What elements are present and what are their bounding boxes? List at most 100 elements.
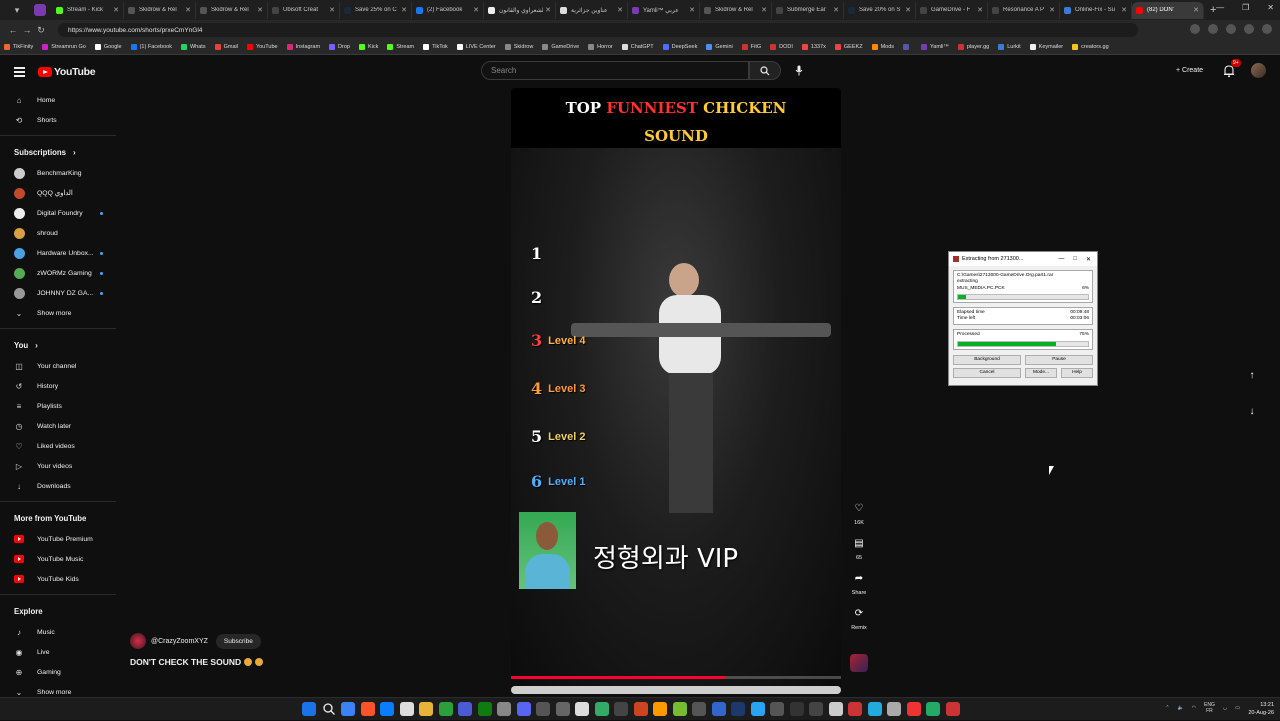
chevron-up-icon[interactable]: ⌃: [1165, 705, 1169, 711]
browser-tab[interactable]: Save 25% on C ✕: [340, 1, 412, 19]
search-button[interactable]: [749, 61, 781, 80]
tab-close-icon[interactable]: ✕: [977, 6, 983, 14]
bookmark-item[interactable]: [903, 44, 912, 50]
clock[interactable]: 13:21 20-Aug-26: [1248, 701, 1274, 717]
bookmark-item[interactable]: Instagram: [286, 44, 320, 50]
extension-icon[interactable]: [1190, 24, 1200, 34]
browser-tab[interactable]: Yamli™ عربي ✕: [628, 1, 700, 19]
taskbar-app-icon[interactable]: [887, 702, 901, 716]
sidebar-item-history[interactable]: ↺ History: [0, 376, 118, 396]
bookmark-item[interactable]: ChatGPT: [621, 44, 654, 50]
sidebar-item-shroud[interactable]: shroud: [0, 223, 118, 243]
account-avatar[interactable]: [1251, 63, 1266, 78]
comment-button[interactable]: ▤ 65: [846, 535, 872, 562]
bookmark-item[interactable]: creators.gg: [1072, 44, 1109, 50]
browser-tab[interactable]: (82) DON' ✕: [1132, 1, 1204, 19]
bookmark-item[interactable]: Drop: [329, 44, 350, 50]
bookmark-item[interactable]: YouTube: [246, 44, 278, 50]
bookmark-item[interactable]: Gmail: [214, 44, 238, 50]
taskbar-app-icon[interactable]: [906, 702, 921, 716]
workspace-icon[interactable]: [34, 4, 46, 16]
bookmark-item[interactable]: Whats: [180, 44, 206, 50]
taskbar-app-icon[interactable]: [477, 702, 492, 716]
bookmark-item[interactable]: TikFinity: [4, 44, 33, 50]
bookmark-item[interactable]: DODI: [770, 44, 793, 50]
bookmark-item[interactable]: Horror: [588, 44, 613, 50]
volume-icon[interactable]: 🔈: [1177, 705, 1183, 711]
tab-close-icon[interactable]: ✕: [761, 6, 767, 14]
taskbar-app-icon[interactable]: [867, 702, 882, 716]
taskbar-app-icon[interactable]: [789, 702, 804, 716]
tab-close-icon[interactable]: ✕: [185, 6, 191, 14]
help-button[interactable]: Help: [1061, 367, 1093, 378]
taskbar-search-icon[interactable]: [322, 702, 336, 716]
bookmark-item[interactable]: Lurkit: [998, 44, 1021, 50]
tab-close-icon[interactable]: ✕: [257, 6, 263, 14]
taskbar-app-icon[interactable]: [633, 702, 648, 716]
bookmark-item[interactable]: Mods: [871, 44, 894, 50]
browser-tab[interactable]: Skidrow & Rel ✕: [700, 1, 772, 19]
subscribe-button[interactable]: Subscribe: [215, 633, 261, 649]
browser-tab[interactable]: (2) Facebook ✕: [412, 1, 484, 19]
sidebar-item-playlists[interactable]: ≡ Playlists: [0, 396, 118, 416]
sidebar-item-zwormz-gaming[interactable]: zWORMz Gaming: [0, 263, 118, 283]
wifi-icon[interactable]: ◡: [1223, 705, 1227, 711]
back-icon[interactable]: ←: [6, 25, 20, 35]
sound-avatar[interactable]: [850, 654, 868, 672]
language-indicator[interactable]: ENG FR: [1204, 702, 1215, 714]
sidebar-item-youtube-kids[interactable]: YouTube Kids: [0, 569, 118, 589]
remix-button[interactable]: ⟳ Remix: [846, 605, 872, 632]
tab-close-icon[interactable]: ✕: [1121, 6, 1127, 14]
tab-close-icon[interactable]: ✕: [1049, 6, 1055, 14]
taskbar-app-icon[interactable]: [380, 702, 394, 716]
sidebar-item-downloads[interactable]: ↓ Downloads: [0, 476, 118, 496]
next-short-preview[interactable]: [511, 686, 841, 694]
forward-icon[interactable]: →: [20, 25, 34, 35]
sidebar-item-home[interactable]: ⌂ Home: [0, 90, 118, 110]
tab-close-icon[interactable]: ✕: [113, 6, 119, 14]
share-button[interactable]: ➦ Share: [846, 570, 872, 597]
extension-icon[interactable]: [1208, 24, 1218, 34]
create-button[interactable]: + Create: [1170, 62, 1209, 79]
browser-tab[interactable]: Online-Fix - Su ✕: [1060, 1, 1132, 19]
browser-tab[interactable]: عناوين جزائرية ✕: [556, 1, 628, 19]
taskbar-app-icon[interactable]: [692, 702, 706, 716]
browser-tab[interactable]: Save 20% on S ✕: [844, 1, 916, 19]
short-video-player[interactable]: TOP FUNNIEST CHICKEN SOUND 1 2 3 Level 4 4 Le…: [511, 88, 841, 691]
taskbar-app-icon[interactable]: [555, 702, 570, 716]
minimize-icon[interactable]: —: [1058, 256, 1064, 263]
browser-tab[interactable]: GameDrive - F ✕: [916, 1, 988, 19]
cancel-button[interactable]: Cancel: [953, 367, 1021, 378]
bookmark-item[interactable]: TikTok: [423, 44, 448, 50]
taskbar-app-icon[interactable]: [926, 702, 940, 716]
channel-name[interactable]: @CrazyZoomXYZ: [151, 638, 208, 645]
sidebar-item-shorts[interactable]: ⟲ Shorts: [0, 110, 118, 130]
tab-close-icon[interactable]: ✕: [689, 6, 695, 14]
tab-close-icon[interactable]: ✕: [833, 6, 839, 14]
taskbar-app-icon[interactable]: [497, 702, 511, 716]
sidebar-item-qqq[interactable]: QQQ الداوي: [0, 183, 118, 203]
sidebar-item-watch-later[interactable]: ◷ Watch later: [0, 416, 118, 436]
maximize-icon[interactable]: □: [1073, 256, 1077, 263]
minimize-icon[interactable]: —: [1216, 3, 1224, 12]
previous-short-button[interactable]: ↑: [1243, 366, 1261, 384]
network-icon[interactable]: ◠: [1192, 705, 1196, 711]
voice-search-button[interactable]: [790, 62, 807, 79]
tab-search-icon[interactable]: ▾: [8, 3, 26, 17]
bookmark-item[interactable]: LIVE Center: [456, 44, 496, 50]
maximize-icon[interactable]: ❐: [1242, 3, 1249, 12]
video-progress-bar[interactable]: [511, 676, 841, 679]
sidebar-item-digital-foundry[interactable]: Digital Foundry: [0, 203, 118, 223]
taskbar-app-icon[interactable]: [750, 702, 765, 716]
reload-icon[interactable]: ↻: [34, 25, 48, 36]
search-input[interactable]: Search: [481, 61, 749, 80]
taskbar-app-icon[interactable]: [731, 702, 745, 716]
close-icon[interactable]: ✕: [1086, 256, 1091, 263]
sidebar-item-liked-videos[interactable]: ♡ Liked videos: [0, 436, 118, 456]
sidebar-item-live[interactable]: ◉ Live: [0, 642, 118, 662]
channel-avatar[interactable]: [130, 633, 146, 649]
like-button[interactable]: ♡ 16K: [846, 500, 872, 527]
browser-tab[interactable]: Skidrow & Rel ✕: [196, 1, 268, 19]
taskbar-app-icon[interactable]: [516, 702, 531, 716]
short-caption[interactable]: DON'T CHECK THE SOUND: [130, 657, 264, 667]
